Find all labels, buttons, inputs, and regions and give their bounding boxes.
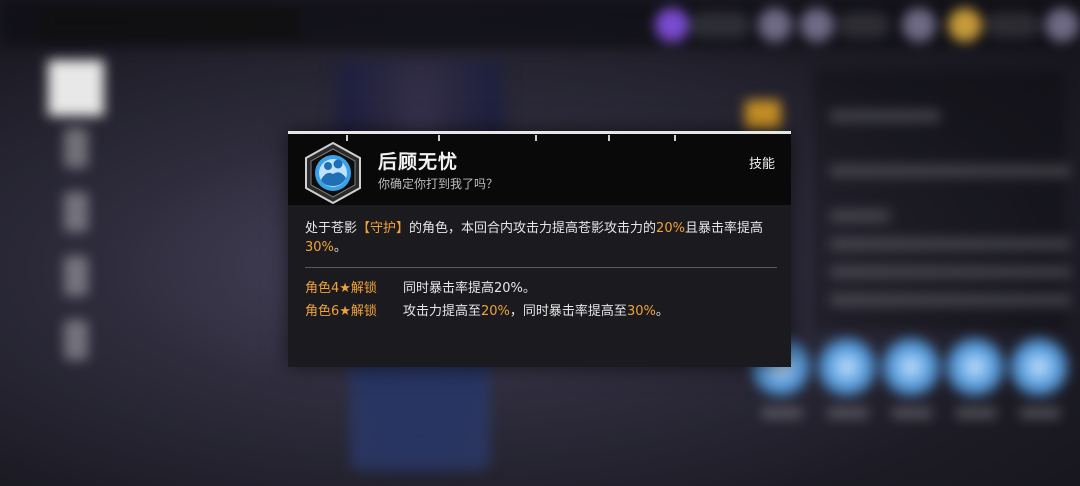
guard-embrace-icon xyxy=(305,142,361,204)
skill-orb-label xyxy=(762,408,802,418)
unlock-row: 角色4★解锁 同时暴击率提高20%。 xyxy=(305,279,536,299)
element-badge-icon xyxy=(745,100,781,130)
skill-name: 后顾无忧 xyxy=(378,151,459,173)
sidebar-tab-icon xyxy=(64,192,88,232)
sidebar-tab-icon xyxy=(64,256,88,296)
sidebar-tab-icon xyxy=(64,128,88,168)
skill-orb-icon xyxy=(882,338,940,396)
skill-orb-icon xyxy=(1010,338,1068,396)
skill-type-label: 技能 xyxy=(748,157,775,172)
unlock-requirement: 角色4★解锁 xyxy=(305,281,377,296)
top-border-ticks xyxy=(338,135,738,143)
sidebar-tab-active xyxy=(48,60,104,116)
divider xyxy=(305,267,777,268)
skill-orb-label xyxy=(892,408,932,418)
resource-icon xyxy=(758,8,792,42)
stat-row xyxy=(830,210,890,222)
gold-icon xyxy=(948,8,982,42)
resource-amount xyxy=(838,12,890,38)
sidebar-tab-icon xyxy=(64,320,88,360)
resource-icon xyxy=(800,8,834,42)
stat-row xyxy=(830,294,1070,306)
stat-row xyxy=(830,165,1070,177)
unlock-row: 角色6★解锁 攻击力提高至20%，同时暴击率提高至30%。 xyxy=(305,302,669,322)
resource-icon xyxy=(902,8,936,42)
character-stats-panel xyxy=(815,70,1065,330)
skill-subtitle: 你确定你打到我了吗？ xyxy=(378,177,499,191)
skill-orb-label xyxy=(1020,408,1060,418)
skill-orb-icon xyxy=(818,338,876,396)
stat-row xyxy=(830,110,940,122)
skill-orb-icon xyxy=(946,338,1004,396)
unlock-requirement: 角色6★解锁 xyxy=(305,304,377,319)
stat-row xyxy=(830,238,1070,250)
keyword-guard: 【守护】 xyxy=(357,221,410,236)
currency-amount xyxy=(690,12,750,38)
screen-title-chip xyxy=(40,6,300,40)
skill-detail-popup[interactable]: 后顾无忧 你确定你打到我了吗？ 技能 处于苍影【守护】的角色，本回合内攻击力提高… xyxy=(288,131,791,367)
popup-top-border xyxy=(288,131,791,134)
skill-orb-label xyxy=(956,408,996,418)
currency-icon xyxy=(655,8,689,42)
popup-header: 后顾无忧 你确定你打到我了吗？ 技能 xyxy=(288,134,791,205)
skill-description: 处于苍影【守护】的角色，本回合内攻击力提高苍影攻击力的20%且暴击率提高30%。 xyxy=(305,221,763,255)
menu-icon xyxy=(1045,8,1079,42)
gold-amount xyxy=(985,12,1040,38)
stat-row xyxy=(830,266,1070,278)
skill-orb-label xyxy=(828,408,868,418)
